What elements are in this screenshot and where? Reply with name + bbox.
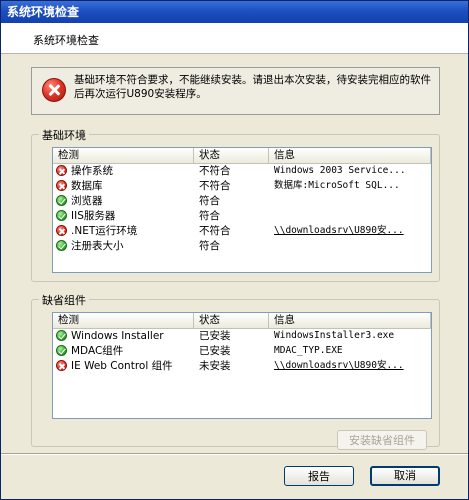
check-status: 不符合: [199, 165, 231, 177]
check-name: 操作系统: [71, 165, 113, 177]
missing-components-group-label: 缺省组件: [39, 292, 89, 308]
column-header-status[interactable]: 状态: [194, 148, 269, 163]
check-status: 已安装: [199, 330, 231, 342]
error-icon: [42, 78, 66, 102]
column-header-check[interactable]: 检测: [53, 313, 194, 328]
check-icon: [56, 330, 67, 341]
list-item[interactable]: 注册表大小 符合: [53, 239, 431, 253]
list-item[interactable]: IIS服务器 符合: [53, 209, 431, 223]
check-name: 浏览器: [71, 195, 103, 207]
check-name: 注册表大小: [71, 240, 124, 252]
footer-divider: [1, 453, 468, 455]
check-status: 不符合: [199, 225, 231, 237]
check-status: 不符合: [199, 180, 231, 192]
basic-env-list[interactable]: 检测 状态 信息 操作系统 不符合 Windows 2003 Service... 数…: [52, 147, 432, 273]
check-name: 数据库: [71, 180, 103, 192]
check-status: 已安装: [199, 345, 231, 357]
missing-components-group: 缺省组件 检测 状态 信息 Windows Installer 已安装 Window…: [31, 292, 440, 450]
basic-env-group: 基础环境 检测 状态 信息 操作系统 不符合 Windows 2003 Servic…: [31, 127, 440, 282]
list-item[interactable]: 数据库 不符合 数据库:MicroSoft SQL...: [53, 179, 431, 193]
column-header-check[interactable]: 检测: [53, 148, 194, 163]
check-status: 符合: [199, 210, 220, 222]
install-components-button[interactable]: 安装缺省组件: [337, 430, 427, 450]
check-name: IE Web Control 组件: [71, 360, 173, 372]
error-icon: [56, 180, 67, 191]
check-status: 符合: [199, 195, 220, 207]
info-link[interactable]: \\downloadsrv\U890安...: [274, 359, 429, 373]
check-name: Windows Installer: [71, 330, 164, 342]
column-header-info[interactable]: 信息: [269, 313, 431, 328]
list-header: 检测 状态 信息: [53, 148, 431, 164]
check-name: MDAC组件: [71, 345, 124, 357]
check-info: [274, 239, 429, 253]
check-info: MDAC_TYP.EXE: [274, 345, 343, 356]
check-status: 符合: [199, 240, 220, 252]
error-icon: [56, 165, 67, 176]
check-info: Windows 2003 Service...: [274, 165, 406, 176]
error-message-box: 基础环境不符合要求，不能继续安装。请退出本次安装，待安装完相应的软件后再次运行U…: [31, 67, 440, 115]
error-message-text: 基础环境不符合要求，不能继续安装。请退出本次安装，待安装完相应的软件后再次运行U…: [74, 74, 431, 100]
column-header-info[interactable]: 信息: [269, 148, 431, 163]
window-title: 系统环境检查: [7, 5, 80, 19]
check-icon: [56, 240, 67, 251]
check-info: WindowsInstaller3.exe: [274, 330, 395, 341]
check-name: .NET运行环境: [71, 225, 138, 237]
list-item[interactable]: .NET运行环境 不符合 \\downloadsrv\U890安...: [53, 224, 431, 238]
basic-env-group-label: 基础环境: [39, 127, 89, 143]
error-icon: [56, 360, 67, 371]
check-info: [274, 209, 429, 223]
check-info: [274, 194, 429, 208]
list-item[interactable]: Windows Installer 已安装 WindowsInstaller3.ex…: [53, 329, 431, 343]
report-button[interactable]: 报告: [284, 466, 354, 486]
installer-window: 系统环境检查 系统环境检查 基础环境不符合要求，不能继续安装。请退出本次安装，待…: [0, 0, 469, 500]
check-icon: [56, 210, 67, 221]
missing-components-list[interactable]: 检测 状态 信息 Windows Installer 已安装 WindowsInst…: [52, 312, 432, 419]
header-panel: 系统环境检查: [1, 23, 468, 54]
list-item[interactable]: 浏览器 符合: [53, 194, 431, 208]
check-name: IIS服务器: [71, 210, 116, 222]
page-title: 系统环境检查: [33, 34, 99, 47]
check-icon: [56, 345, 67, 356]
error-icon: [56, 225, 67, 236]
list-item[interactable]: IE Web Control 组件 未安装 \\downloadsrv\U890安.…: [53, 359, 431, 373]
list-header: 检测 状态 信息: [53, 313, 431, 329]
info-link[interactable]: \\downloadsrv\U890安...: [274, 224, 429, 238]
cancel-button[interactable]: 取消: [370, 466, 440, 486]
title-bar[interactable]: 系统环境检查: [1, 1, 468, 23]
list-item[interactable]: 操作系统 不符合 Windows 2003 Service...: [53, 164, 431, 178]
list-item[interactable]: MDAC组件 已安装 MDAC_TYP.EXE: [53, 344, 431, 358]
check-icon: [56, 195, 67, 206]
check-status: 未安装: [199, 360, 231, 372]
check-info: 数据库:MicroSoft SQL...: [274, 180, 400, 191]
column-header-status[interactable]: 状态: [194, 313, 269, 328]
